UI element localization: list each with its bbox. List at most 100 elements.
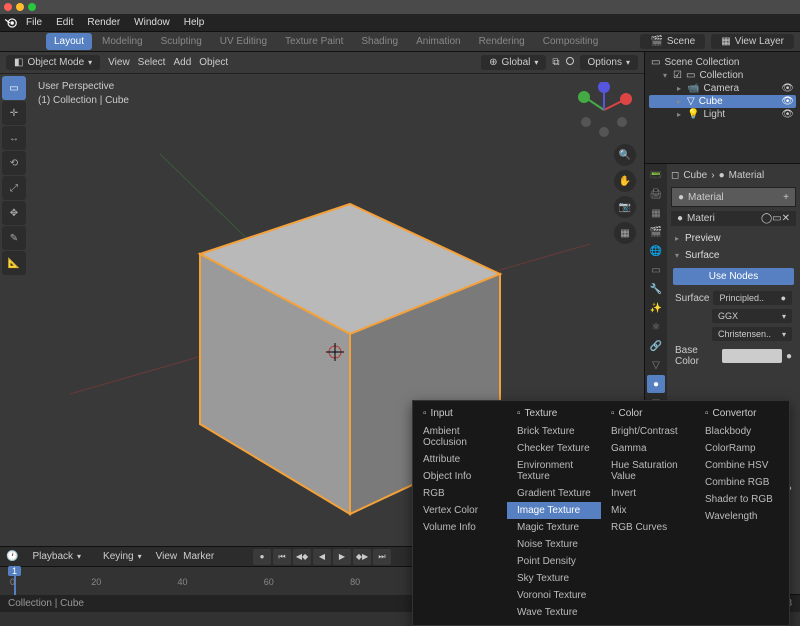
prop-tab-render-icon[interactable]: 📟	[647, 166, 665, 184]
tab-animation[interactable]: Animation	[408, 33, 468, 50]
zoom-icon[interactable]: 🔍	[614, 144, 636, 166]
navigation-gizmo[interactable]	[576, 82, 632, 138]
material-name-field[interactable]: ●Materi◯▭✕	[671, 211, 796, 226]
tl-keying[interactable]: Keying	[95, 549, 150, 564]
eye-icon[interactable]: 👁	[781, 109, 794, 120]
outliner-item-camera[interactable]: 📹Camera👁	[649, 82, 796, 95]
dot-icon[interactable]: ●	[781, 293, 786, 303]
popup-item[interactable]: Object Info	[413, 468, 507, 485]
eye-icon[interactable]: 👁	[781, 83, 794, 94]
camera-view-icon[interactable]: 📷	[614, 196, 636, 218]
popup-item[interactable]: Gamma	[601, 440, 695, 457]
proportional-edit-icon[interactable]	[566, 57, 574, 68]
prop-tab-particles-icon[interactable]: ✨	[647, 299, 665, 317]
popup-item[interactable]: Attribute	[413, 451, 507, 468]
menu-window[interactable]: Window	[128, 15, 176, 30]
keyframe-prev-icon[interactable]: ◀◆	[293, 549, 311, 565]
options-dropdown[interactable]: Options	[580, 55, 638, 70]
popup-item[interactable]: Magic Texture	[507, 519, 601, 536]
popup-item[interactable]: Sky Texture	[507, 570, 601, 587]
tool-scale[interactable]: ⤢	[2, 176, 26, 200]
popup-item[interactable]: Shader to RGB	[695, 491, 789, 508]
tool-cursor[interactable]: ✛	[2, 101, 26, 125]
tl-marker[interactable]: Marker	[183, 551, 214, 562]
prop-tab-mesh-icon[interactable]: ▽	[647, 356, 665, 374]
minimize-window-button[interactable]	[16, 3, 24, 11]
popup-item[interactable]: Bright/Contrast	[601, 423, 695, 440]
editor-type-icon[interactable]: 🕐	[6, 551, 18, 562]
prop-tab-world-icon[interactable]: 🌐	[647, 242, 665, 260]
vp-menu-add[interactable]: Add	[173, 57, 191, 68]
menu-render[interactable]: Render	[81, 15, 126, 30]
tab-compositing[interactable]: Compositing	[535, 33, 607, 50]
eye-icon[interactable]: 👁	[781, 96, 794, 107]
prop-tab-modifiers-icon[interactable]: 🔧	[647, 280, 665, 298]
prop-tab-output-icon[interactable]: 🖨	[647, 185, 665, 203]
prop-tab-view-layer-icon[interactable]: ▦	[647, 204, 665, 222]
popup-item[interactable]: Wavelength	[695, 508, 789, 525]
use-nodes-button[interactable]: Use Nodes	[673, 268, 794, 285]
prop-tab-scene-icon[interactable]: 🎬	[647, 223, 665, 241]
prop-tab-physics-icon[interactable]: ⚛	[647, 318, 665, 336]
add-slot-icon[interactable]: +	[783, 192, 789, 203]
tab-rendering[interactable]: Rendering	[471, 33, 533, 50]
popup-item[interactable]: Checker Texture	[507, 440, 601, 457]
preview-panel-header[interactable]: Preview	[671, 230, 796, 247]
popup-item[interactable]: Ambient Occlusion	[413, 423, 507, 451]
popup-item[interactable]: RGB Curves	[601, 519, 695, 536]
tool-measure[interactable]: 📐	[2, 251, 26, 275]
jump-end-icon[interactable]: ⏭	[373, 549, 391, 565]
transform-orientation[interactable]: ⊕Global	[481, 55, 546, 70]
snap-icon[interactable]: ⧉	[552, 57, 559, 68]
pan-icon[interactable]: ✋	[614, 170, 636, 192]
popup-item[interactable]: Combine RGB	[695, 474, 789, 491]
outliner-item-light[interactable]: 💡Light👁	[649, 108, 796, 121]
menu-file[interactable]: File	[20, 15, 48, 30]
prop-tab-object-icon[interactable]: ▭	[647, 261, 665, 279]
outliner-item-cube[interactable]: ▽Cube👁	[649, 95, 796, 108]
dot-icon[interactable]: ●	[786, 351, 792, 362]
play-icon[interactable]: ▶	[333, 549, 351, 565]
popup-item[interactable]: Combine HSV	[695, 457, 789, 474]
tab-modeling[interactable]: Modeling	[94, 33, 151, 50]
popup-item[interactable]: Wave Texture	[507, 604, 601, 621]
popup-item[interactable]: RGB	[413, 485, 507, 502]
auto-key-icon[interactable]: ●	[253, 549, 271, 565]
scene-selector[interactable]: 🎬Scene	[640, 34, 705, 49]
perspective-toggle-icon[interactable]: ▦	[614, 222, 636, 244]
popup-item[interactable]: Image Texture	[507, 502, 601, 519]
outliner-collection[interactable]: ☑ ▭Collection	[649, 69, 796, 82]
tool-move[interactable]: ↔	[2, 126, 26, 150]
tab-layout[interactable]: Layout	[46, 33, 92, 50]
surface-shader-dropdown[interactable]: Principled..●	[713, 291, 792, 305]
vp-menu-object[interactable]: Object	[199, 57, 228, 68]
tl-view[interactable]: View	[156, 551, 178, 562]
distribution-dropdown[interactable]: GGX	[712, 309, 792, 323]
popup-item[interactable]: Mix	[601, 502, 695, 519]
base-color-swatch[interactable]	[722, 349, 782, 363]
popup-item[interactable]: Hue Saturation Value	[601, 457, 695, 485]
tool-transform[interactable]: ✥	[2, 201, 26, 225]
menu-help[interactable]: Help	[178, 15, 211, 30]
popup-item[interactable]: Point Density	[507, 553, 601, 570]
keyframe-next-icon[interactable]: ◆▶	[353, 549, 371, 565]
popup-item[interactable]: Volume Info	[413, 519, 507, 536]
view-layer-selector[interactable]: ▦View Layer	[711, 34, 794, 49]
popup-item[interactable]: Vertex Color	[413, 502, 507, 519]
popup-item[interactable]: Noise Texture	[507, 536, 601, 553]
popup-item[interactable]: Invert	[601, 485, 695, 502]
play-reverse-icon[interactable]: ◀	[313, 549, 331, 565]
close-window-button[interactable]	[4, 3, 12, 11]
tool-rotate[interactable]: ⟲	[2, 151, 26, 175]
vp-menu-view[interactable]: View	[108, 57, 130, 68]
zoom-window-button[interactable]	[28, 3, 36, 11]
outliner-scene-collection[interactable]: ▭Scene Collection	[649, 56, 796, 69]
menu-edit[interactable]: Edit	[50, 15, 79, 30]
prop-tab-material-icon[interactable]: ●	[647, 375, 665, 393]
popup-item[interactable]: Blackbody	[695, 423, 789, 440]
tool-annotate[interactable]: ✎	[2, 226, 26, 250]
vp-menu-select[interactable]: Select	[138, 57, 166, 68]
popup-item[interactable]: Brick Texture	[507, 423, 601, 440]
surface-panel-header[interactable]: Surface	[671, 247, 796, 264]
popup-item[interactable]: Environment Texture	[507, 457, 601, 485]
